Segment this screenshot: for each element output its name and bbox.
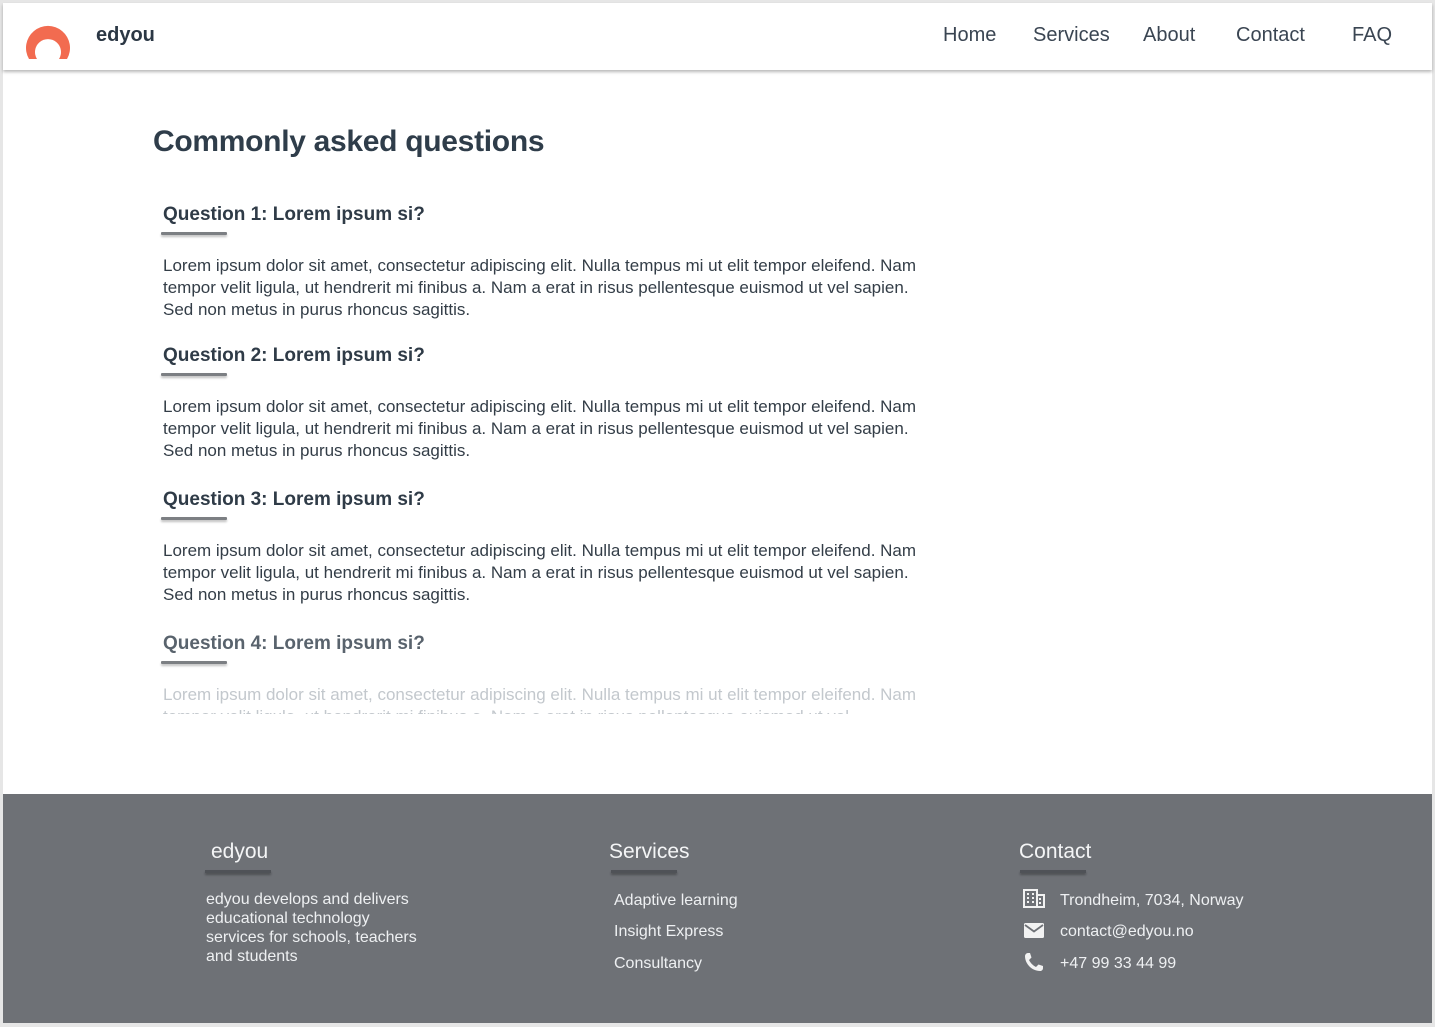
footer-link-insight-express[interactable]: Insight Express <box>614 923 723 941</box>
mail-icon <box>1024 923 1044 938</box>
brand-name[interactable]: edyou <box>96 24 155 47</box>
faq-question[interactable]: Question 4: Lorem ipsum si? <box>163 633 943 655</box>
footer-link-consultancy[interactable]: Consultancy <box>614 955 702 973</box>
faq-answer: Lorem ipsum dolor sit amet, consectetur … <box>163 541 917 604</box>
nav-home[interactable]: Home <box>943 24 996 47</box>
footer-services-heading: Services <box>609 840 690 863</box>
phone-icon <box>1025 953 1043 971</box>
footer-contact-email[interactable]: contact@edyou.no <box>1060 923 1194 941</box>
nav-contact[interactable]: Contact <box>1236 24 1305 47</box>
footer-heading-underline <box>611 870 677 873</box>
faq-question[interactable]: Question 2: Lorem ipsum si? <box>163 345 943 367</box>
site-footer: edyou edyou develops and delivers educat… <box>3 794 1432 1023</box>
footer-contact-address: Trondheim, 7034, Norway <box>1060 892 1244 909</box>
footer-about-heading: edyou <box>211 840 269 863</box>
faq-answer: Lorem ipsum dolor sit amet, consectetur … <box>163 397 917 460</box>
question-underline <box>161 373 227 376</box>
page-title: Commonly asked questions <box>153 125 545 158</box>
faq-question[interactable]: Question 1: Lorem ipsum si? <box>163 204 943 226</box>
question-underline <box>161 232 227 235</box>
faded-answer-container: Lorem ipsum dolor sit amet, consectetur … <box>163 684 943 714</box>
nav-faq[interactable]: FAQ <box>1352 24 1392 47</box>
nav-services[interactable]: Services <box>1033 24 1110 47</box>
faq-item: Question 4: Lorem ipsum si? Lorem ipsum … <box>161 633 943 714</box>
logo-icon[interactable] <box>23 15 73 65</box>
building-icon <box>1023 889 1045 908</box>
footer-contact-phone[interactable]: +47 99 33 44 99 <box>1060 955 1176 973</box>
nav-about[interactable]: About <box>1143 24 1195 47</box>
footer-link-adaptive-learning[interactable]: Adaptive learning <box>614 892 738 910</box>
faq-item: Question 1: Lorem ipsum si? Lorem ipsum … <box>161 204 943 319</box>
faq-item: Question 3: Lorem ipsum si? Lorem ipsum … <box>161 489 943 604</box>
footer-heading-underline <box>1020 870 1086 873</box>
footer-heading-underline <box>205 870 271 873</box>
faq-answer: Lorem ipsum dolor sit amet, consectetur … <box>163 685 917 714</box>
faq-question[interactable]: Question 3: Lorem ipsum si? <box>163 489 943 511</box>
question-underline <box>161 661 227 664</box>
question-underline <box>161 517 227 520</box>
footer-contact-heading: Contact <box>1019 840 1092 863</box>
faq-item: Question 2: Lorem ipsum si? Lorem ipsum … <box>161 345 943 460</box>
site-header: edyou Home Services About Contact FAQ <box>3 3 1432 70</box>
footer-about-text: edyou develops and delivers educational … <box>206 891 417 965</box>
faq-answer: Lorem ipsum dolor sit amet, consectetur … <box>163 256 917 319</box>
